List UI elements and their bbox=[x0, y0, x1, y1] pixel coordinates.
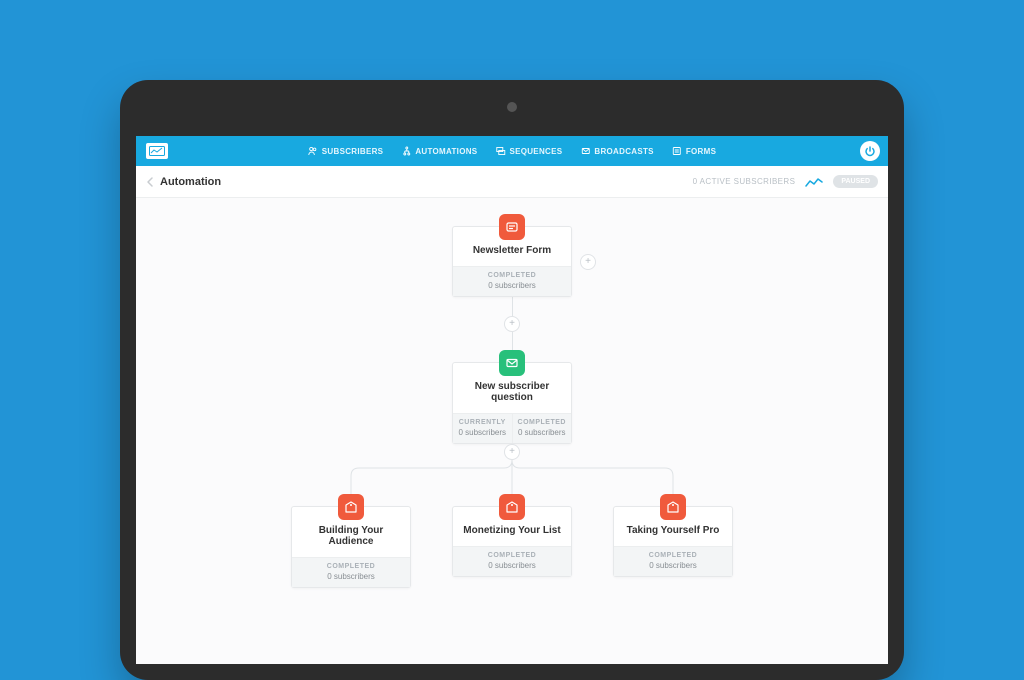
form-icon bbox=[499, 214, 525, 240]
stat-label: COMPLETED bbox=[455, 272, 569, 279]
nav-center: SUBSCRIBERS AUTOMATIONS SEQUENCES BROADC… bbox=[308, 136, 716, 166]
stat-value: 0 subscribers bbox=[616, 561, 730, 570]
page-title: Automation bbox=[160, 176, 221, 188]
nav-subscribers[interactable]: SUBSCRIBERS bbox=[308, 146, 384, 156]
nav-broadcasts[interactable]: BROADCASTS bbox=[580, 146, 653, 156]
nav-sequences[interactable]: SEQUENCES bbox=[495, 146, 562, 156]
nav-label: SEQUENCES bbox=[509, 147, 562, 156]
tablet-camera bbox=[507, 102, 517, 112]
tag-icon bbox=[499, 494, 525, 520]
power-icon bbox=[864, 145, 876, 157]
tag-icon bbox=[338, 494, 364, 520]
node-stats: CURRENTLY 0 subscribers COMPLETED 0 subs… bbox=[453, 413, 571, 443]
automation-icon bbox=[401, 146, 411, 156]
subheader: Automation 0 ACTIVE SUBSCRIBERS PAUSED bbox=[136, 166, 888, 198]
envelope-chart-icon bbox=[149, 146, 165, 156]
analytics-icon[interactable] bbox=[805, 176, 823, 188]
stat-value: 0 subscribers bbox=[294, 572, 408, 581]
node-stats: COMPLETED 0 subscribers bbox=[453, 546, 571, 576]
stat-label: COMPLETED bbox=[515, 419, 570, 426]
back-button[interactable]: Automation bbox=[146, 176, 221, 188]
subheader-right: 0 ACTIVE SUBSCRIBERS PAUSED bbox=[693, 175, 878, 188]
stat-value: 0 subscribers bbox=[455, 428, 510, 437]
flow-container: Newsletter Form COMPLETED 0 subscribers … bbox=[136, 198, 888, 664]
add-node-button[interactable]: + bbox=[504, 316, 520, 332]
nav-label: SUBSCRIBERS bbox=[322, 147, 384, 156]
stat-label: COMPLETED bbox=[455, 552, 569, 559]
sequences-icon bbox=[495, 146, 505, 156]
power-button[interactable] bbox=[860, 141, 880, 161]
stat-label: COMPLETED bbox=[294, 563, 408, 570]
stat-value: 0 subscribers bbox=[455, 281, 569, 290]
node-stats: COMPLETED 0 subscribers bbox=[292, 557, 410, 587]
app-screen: SUBSCRIBERS AUTOMATIONS SEQUENCES BROADC… bbox=[136, 136, 888, 664]
node-monetizing-list[interactable]: Monetizing Your List COMPLETED 0 subscri… bbox=[452, 506, 572, 577]
add-node-button[interactable]: + bbox=[580, 254, 596, 270]
node-stats: COMPLETED 0 subscribers bbox=[453, 266, 571, 296]
users-icon bbox=[308, 146, 318, 156]
nav-label: AUTOMATIONS bbox=[415, 147, 477, 156]
node-subscriber-question[interactable]: New subscriber question CURRENTLY 0 subs… bbox=[452, 362, 572, 444]
broadcasts-icon bbox=[580, 146, 590, 156]
top-nav: SUBSCRIBERS AUTOMATIONS SEQUENCES BROADC… bbox=[136, 136, 888, 166]
forms-icon bbox=[672, 146, 682, 156]
active-subscribers-label: 0 ACTIVE SUBSCRIBERS bbox=[693, 177, 796, 186]
nav-label: FORMS bbox=[686, 147, 716, 156]
node-building-audience[interactable]: Building Your Audience COMPLETED 0 subsc… bbox=[291, 506, 411, 588]
node-newsletter-form[interactable]: Newsletter Form COMPLETED 0 subscribers bbox=[452, 226, 572, 297]
nav-forms[interactable]: FORMS bbox=[672, 146, 716, 156]
chevron-left-icon bbox=[146, 176, 154, 188]
stat-value: 0 subscribers bbox=[515, 428, 570, 437]
automation-canvas[interactable]: Newsletter Form COMPLETED 0 subscribers … bbox=[136, 198, 888, 664]
tag-icon bbox=[660, 494, 686, 520]
nav-automations[interactable]: AUTOMATIONS bbox=[401, 146, 477, 156]
add-node-button[interactable]: + bbox=[504, 444, 520, 460]
email-icon bbox=[499, 350, 525, 376]
stat-label: COMPLETED bbox=[616, 552, 730, 559]
app-logo[interactable] bbox=[146, 143, 168, 159]
tablet-frame: SUBSCRIBERS AUTOMATIONS SEQUENCES BROADC… bbox=[120, 80, 904, 680]
stat-value: 0 subscribers bbox=[455, 561, 569, 570]
node-taking-pro[interactable]: Taking Yourself Pro COMPLETED 0 subscrib… bbox=[613, 506, 733, 577]
nav-label: BROADCASTS bbox=[594, 147, 653, 156]
stat-label: CURRENTLY bbox=[455, 419, 510, 426]
node-stats: COMPLETED 0 subscribers bbox=[614, 546, 732, 576]
status-pill[interactable]: PAUSED bbox=[833, 175, 878, 188]
